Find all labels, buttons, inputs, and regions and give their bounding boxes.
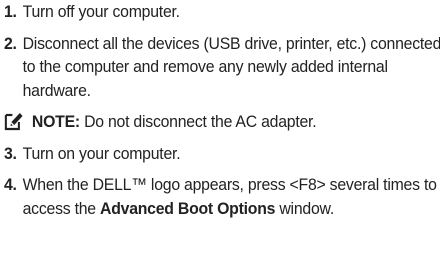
step-3: 3. Turn on your computer. xyxy=(4,142,440,166)
instructions: 1. Turn off your computer. 2. Disconnect… xyxy=(4,0,440,220)
step-1: 1. Turn off your computer. xyxy=(4,0,440,24)
note-text: Do not disconnect the AC adapter. xyxy=(79,112,317,131)
step-number: 1. xyxy=(4,2,17,21)
note-label: NOTE: xyxy=(31,112,80,131)
step-number: 2. xyxy=(4,33,17,53)
note: NOTE: Do not disconnect the AC adapter. xyxy=(4,110,440,134)
step-number: 4. xyxy=(4,175,17,194)
step-text-end: window. xyxy=(275,198,334,218)
step-text: Turn off your computer. xyxy=(22,2,180,21)
step-4: 4. When the DELL™ logo appears, press <F… xyxy=(4,173,440,220)
step-text: Disconnect all the devices (USB drive, p… xyxy=(22,33,440,100)
pencil-note-icon xyxy=(4,111,24,131)
bold-text: Advanced Boot Options xyxy=(100,198,276,218)
step-number: 3. xyxy=(4,143,17,163)
step-text: Turn on your computer. xyxy=(22,143,181,163)
step-2: 2. Disconnect all the devices (USB drive… xyxy=(4,32,440,103)
